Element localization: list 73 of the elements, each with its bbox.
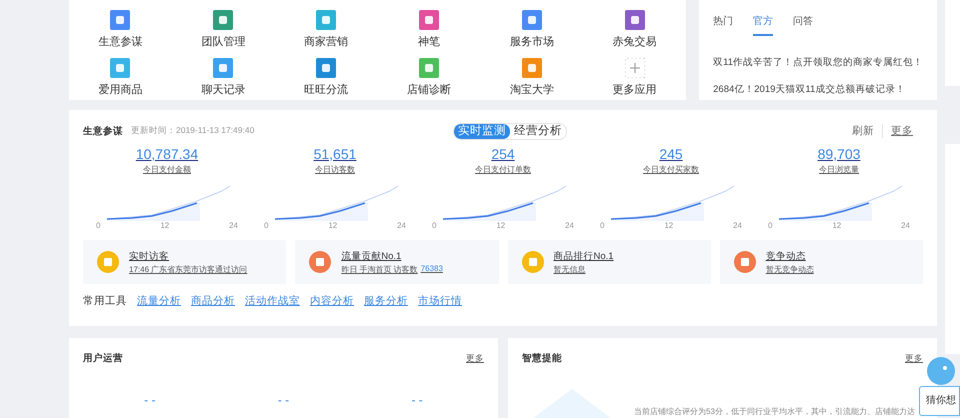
metric-label[interactable]: 今日支付金额 [143, 164, 191, 175]
tool-link[interactable]: 商品分析 [191, 294, 235, 308]
header-link[interactable]: 更多 [882, 124, 913, 138]
metric-label[interactable]: 今日浏览量 [819, 164, 859, 175]
more-link[interactable]: 更多 [466, 352, 484, 364]
app-shortcut[interactable]: 爱用商品 [69, 58, 172, 100]
axis-label: 0 [600, 221, 604, 230]
app-shortcut[interactable]: 店铺诊断 [378, 58, 480, 100]
metric-label[interactable]: 今日访客数 [315, 164, 355, 175]
app-shortcut[interactable]: 团队管理 [172, 10, 275, 52]
axis-label: 12 [160, 221, 170, 230]
metric-value[interactable]: 51,651 [314, 146, 356, 162]
axis-label: 0 [96, 221, 100, 230]
axis-label: 24 [565, 221, 574, 230]
axis-label: 0 [432, 221, 436, 230]
info-title[interactable]: 商品排行No.1 [554, 250, 614, 262]
metric-value: - - [278, 393, 290, 407]
axis-label: 24 [901, 221, 910, 230]
axis-label: 0 [768, 221, 772, 230]
metric-label[interactable]: 今日支付买家数 [643, 164, 699, 175]
news-link[interactable]: 双11作战辛苦了！点开领取您的商家专属红包！ [713, 56, 923, 69]
axis-label: 0 [264, 221, 268, 230]
info-title[interactable]: 竞争动态 [766, 250, 814, 262]
metric-value: - - [144, 393, 156, 407]
metric-value[interactable]: 254 [491, 146, 515, 162]
news-tab[interactable]: 热门 [713, 14, 734, 36]
info-detail: 17:46 广东省东莞市访客通过访问 [129, 264, 248, 274]
visitor-count-link[interactable]: 76383 [420, 264, 443, 274]
mode-tab[interactable]: 实时监测 [454, 124, 510, 138]
score-summary: 当前店铺综合评分为53分，低于同行业平均水平，其中，引流能力、店铺能力达 [634, 406, 915, 417]
axis-label: 24 [229, 221, 238, 230]
app-shortcut[interactable]: 赤兔交易 [583, 10, 686, 52]
news-tab[interactable]: 问答 [793, 14, 814, 36]
metric-label[interactable]: 今日支付订单数 [475, 164, 531, 175]
info-title[interactable]: 流量贡献No.1 [341, 250, 443, 262]
section-title: 智慧提能 [522, 352, 562, 365]
info-detail: 暂无信息 [554, 264, 586, 274]
axis-label: 12 [664, 221, 674, 230]
news-link[interactable]: 2684亿！2019天猫双11成交总额再破记录！ [713, 83, 923, 96]
more-link[interactable]: 更多 [905, 352, 923, 364]
metric-value[interactable]: 10,787.34 [136, 146, 198, 162]
axis-label: 24 [397, 221, 406, 230]
news-tab[interactable]: 官方 [753, 14, 774, 36]
app-shortcut[interactable]: 淘宝大学 [480, 58, 584, 100]
tool-link[interactable]: 内容分析 [310, 294, 354, 308]
update-time: 更新时间：2019-11-13 17:49:40 [131, 125, 254, 137]
tool-link[interactable]: 市场行情 [418, 294, 462, 308]
app-shortcut[interactable]: 神笔 [378, 10, 480, 52]
axis-label: 12 [832, 221, 842, 230]
tool-link[interactable]: 流量分析 [137, 294, 181, 308]
info-detail: 昨日 手淘首页 访客数 [341, 264, 418, 274]
info-title[interactable]: 实时访客 [129, 250, 248, 262]
metric-value[interactable]: 89,703 [818, 146, 860, 162]
tools-label: 常用工具 [83, 294, 127, 308]
tool-link[interactable]: 服务分析 [364, 294, 408, 308]
app-shortcut[interactable]: 旺旺分流 [274, 58, 378, 100]
app-shortcut[interactable]: 生意参谋 [69, 10, 172, 52]
app-shortcut[interactable]: 商家营销 [274, 10, 378, 52]
tool-link[interactable]: 活动作战室 [245, 294, 300, 308]
app-shortcut[interactable]: 更多应用 [583, 58, 686, 100]
app-shortcut[interactable]: 聊天记录 [172, 58, 275, 100]
assistant-bubble[interactable]: 猜你想 [919, 386, 960, 416]
axis-label: 24 [733, 221, 742, 230]
metric-value[interactable]: 245 [659, 146, 683, 162]
section-title: 用户运营 [83, 352, 123, 365]
header-link[interactable]: 刷新 [852, 124, 874, 138]
app-shortcut[interactable]: 服务市场 [480, 10, 584, 52]
axis-label: 12 [496, 221, 506, 230]
metric-value: - - [411, 393, 423, 407]
section-title: 生意参谋 [83, 124, 123, 138]
mode-tab[interactable]: 经营分析 [510, 124, 566, 138]
info-detail: 暂无竞争动态 [766, 264, 814, 274]
axis-label: 12 [328, 221, 338, 230]
